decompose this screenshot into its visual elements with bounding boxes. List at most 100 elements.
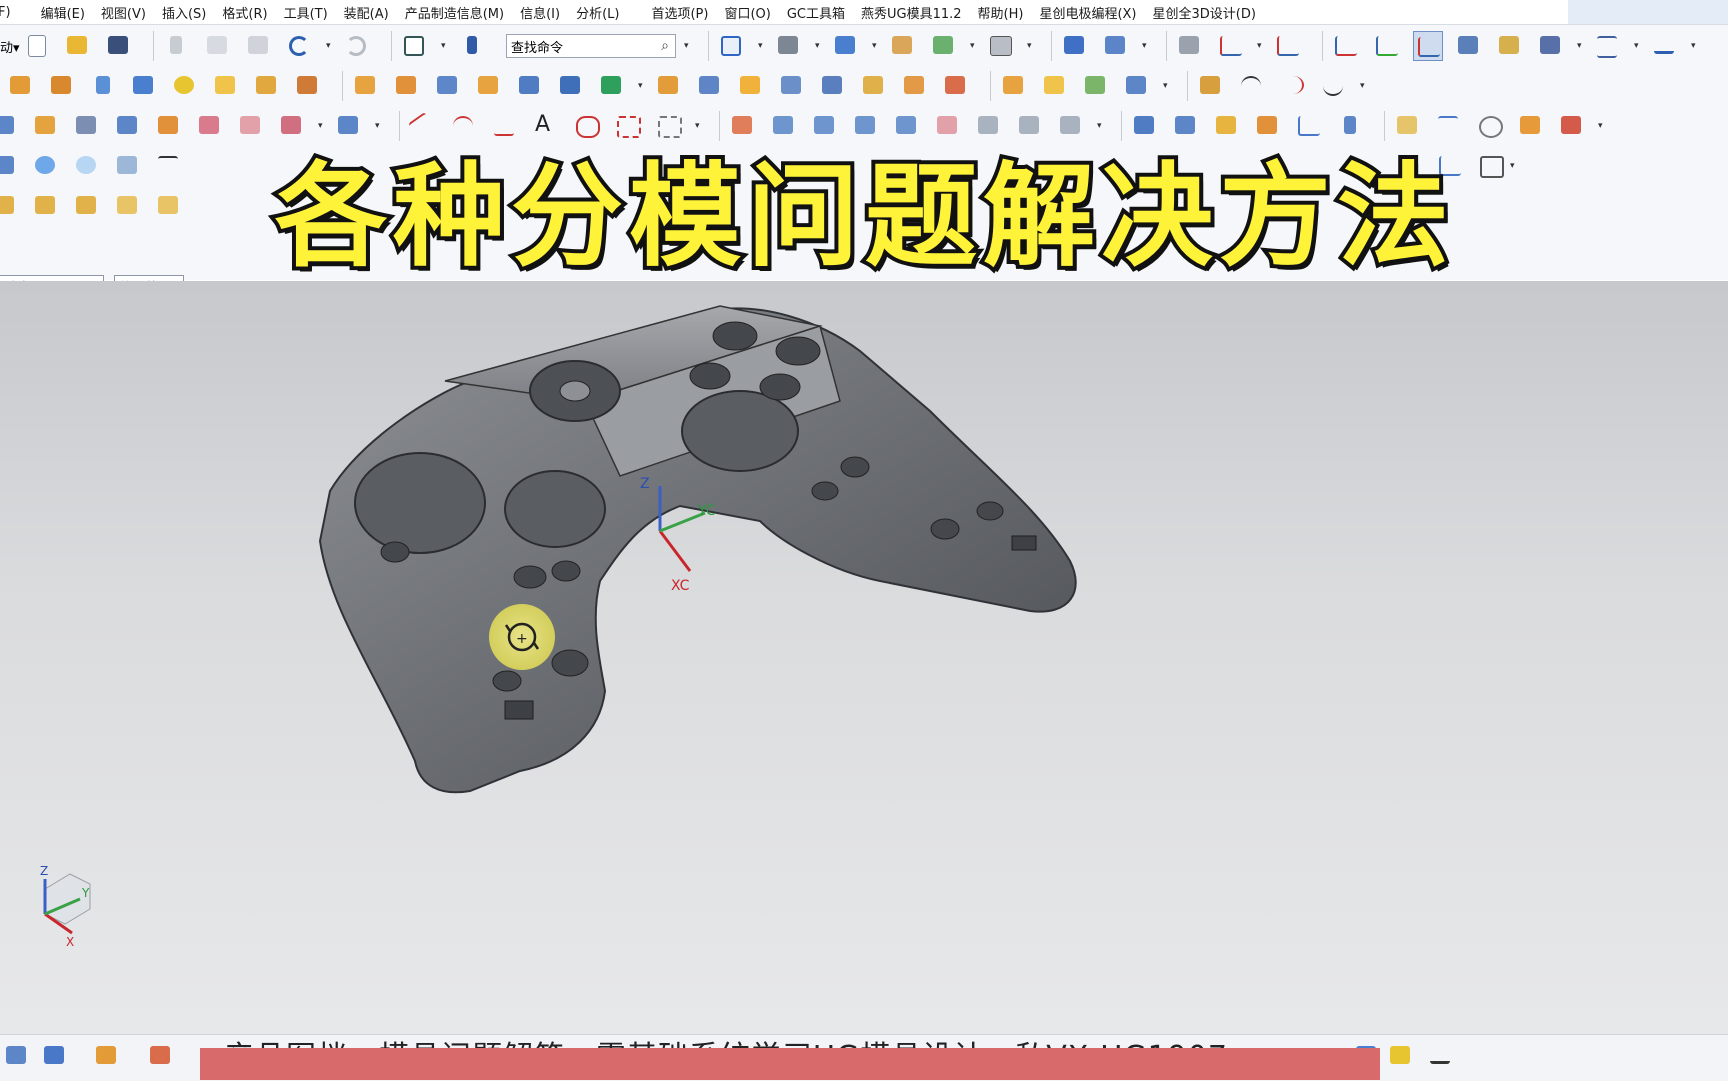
- menu-window[interactable]: 窗口(O): [724, 3, 770, 22]
- fit-view-icon[interactable]: [717, 31, 747, 61]
- layer-dropdown[interactable]: ▾: [970, 42, 978, 51]
- spline-icon[interactable]: [1278, 71, 1308, 101]
- sync-icon[interactable]: [1101, 31, 1131, 61]
- shading-dropdown[interactable]: ▾: [815, 42, 823, 51]
- menu-file[interactable]: F): [0, 5, 11, 20]
- shell-icon[interactable]: [433, 71, 463, 101]
- extra-grid-icon[interactable]: [113, 191, 143, 221]
- grid-snap-icon[interactable]: [1593, 31, 1623, 61]
- taper-icon[interactable]: [351, 71, 381, 101]
- wireframe-box-icon[interactable]: [941, 71, 971, 101]
- command-finder[interactable]: ⌕: [506, 34, 676, 58]
- menu-electrode[interactable]: 星创电极编程(X): [1039, 3, 1136, 22]
- layer-icon[interactable]: [888, 31, 918, 61]
- through-curves-icon[interactable]: [31, 111, 61, 141]
- split-body-icon[interactable]: [777, 71, 807, 101]
- gear-part-icon[interactable]: [72, 111, 102, 141]
- extra-1-icon[interactable]: [0, 191, 20, 221]
- fit-dropdown[interactable]: ▾: [758, 42, 766, 51]
- snap-dropdown[interactable]: ▾: [1634, 42, 1642, 51]
- add-component-icon[interactable]: [597, 71, 627, 101]
- palette-icon[interactable]: [1495, 31, 1525, 61]
- measure-distance-icon[interactable]: [1196, 71, 1226, 101]
- partial-icon[interactable]: [1040, 71, 1070, 101]
- menu-analysis[interactable]: 分析(L): [576, 3, 619, 22]
- measure-dropdown[interactable]: ▾: [1691, 42, 1699, 51]
- pad-icon[interactable]: [211, 71, 241, 101]
- csys-dynamic-icon[interactable]: [1413, 31, 1443, 61]
- menu-view[interactable]: 视图(V): [101, 3, 146, 22]
- bottom-cube-icon[interactable]: [146, 1041, 176, 1071]
- menu-3d-design[interactable]: 星创全3D设计(D): [1153, 3, 1256, 22]
- extra-2-icon[interactable]: [31, 191, 61, 221]
- row3c-dropdown[interactable]: ▾: [1598, 122, 1606, 131]
- bottom-line-icon[interactable]: [1426, 1041, 1456, 1071]
- open-folder-icon[interactable]: [63, 31, 93, 61]
- mode-dropdown[interactable]: 动▾: [0, 37, 22, 56]
- paste-icon[interactable]: [244, 31, 274, 61]
- orient-dropdown[interactable]: ▾: [872, 42, 880, 51]
- gamepad-part[interactable]: [318, 305, 1077, 794]
- menu-pmi[interactable]: 产品制造信息(M): [405, 3, 504, 22]
- layers-stack-icon[interactable]: [1175, 31, 1205, 61]
- background-dropdown[interactable]: ▾: [1027, 42, 1035, 51]
- info-icon[interactable]: [457, 31, 487, 61]
- curve-dropdown[interactable]: ▾: [1360, 82, 1368, 91]
- bottom-snap-icon[interactable]: [40, 1041, 70, 1071]
- view-triad[interactable]: Z Y X: [40, 864, 91, 949]
- menu-preferences[interactable]: 首选项(P): [651, 3, 708, 22]
- bottom-select-icon[interactable]: [2, 1041, 32, 1071]
- emboss-icon[interactable]: [252, 71, 282, 101]
- menu-info[interactable]: 信息(I): [520, 3, 560, 22]
- datum-icon[interactable]: [1273, 31, 1303, 61]
- menu-tools[interactable]: 工具(T): [284, 3, 328, 22]
- surface-icon[interactable]: [900, 71, 930, 101]
- search-icon[interactable]: ⌕: [661, 38, 669, 54]
- menu-gc-toolbox[interactable]: GC工具箱: [787, 3, 845, 22]
- wcs-icon[interactable]: [400, 31, 430, 61]
- cube-solid-icon[interactable]: [999, 71, 1029, 101]
- display-icon[interactable]: [1536, 31, 1566, 61]
- cube-view-icon[interactable]: [831, 31, 861, 61]
- replace-face-icon[interactable]: [695, 71, 725, 101]
- patch-icon[interactable]: [859, 71, 889, 101]
- layer-move-icon[interactable]: [929, 31, 959, 61]
- component-dropdown[interactable]: ▾: [638, 82, 646, 91]
- save-icon[interactable]: [104, 31, 134, 61]
- block-icon[interactable]: [129, 71, 159, 101]
- shaded-view-icon[interactable]: [774, 31, 804, 61]
- cut-icon[interactable]: [162, 31, 192, 61]
- csys-origin-icon[interactable]: [1331, 31, 1361, 61]
- graphics-window[interactable]: Z XC YC + Z Y X: [0, 281, 1728, 1034]
- bulb-outline-icon[interactable]: [72, 151, 102, 181]
- cylinder-icon[interactable]: [88, 71, 118, 101]
- offset-face-icon[interactable]: [293, 71, 323, 101]
- undo-icon[interactable]: [285, 31, 315, 61]
- point-icon[interactable]: [1216, 31, 1246, 61]
- feature-icon[interactable]: [1060, 31, 1090, 61]
- measure-icon[interactable]: [1650, 31, 1680, 61]
- display-dropdown[interactable]: ▾: [1577, 42, 1585, 51]
- search-input[interactable]: [511, 38, 641, 54]
- undo-dropdown[interactable]: ▾: [326, 42, 334, 51]
- revolve-icon[interactable]: [47, 71, 77, 101]
- row2-dropdown[interactable]: ▾: [1163, 82, 1171, 91]
- bend-icon[interactable]: [113, 111, 143, 141]
- sync-dropdown[interactable]: ▾: [1142, 42, 1150, 51]
- pattern-icon[interactable]: [392, 71, 422, 101]
- csys-rotate-icon[interactable]: [1372, 31, 1402, 61]
- point-dropdown[interactable]: ▾: [1257, 42, 1265, 51]
- bulb-icon[interactable]: [31, 151, 61, 181]
- redo-icon[interactable]: [342, 31, 372, 61]
- show-hide-icon[interactable]: [113, 151, 143, 181]
- bridge-curve-icon[interactable]: [1319, 71, 1349, 101]
- diamond-icon[interactable]: [1122, 71, 1152, 101]
- menu-format[interactable]: 格式(R): [222, 3, 267, 22]
- new-file-icon[interactable]: [22, 31, 52, 61]
- copy-icon[interactable]: [203, 31, 233, 61]
- trim-body-icon[interactable]: [736, 71, 766, 101]
- search-dropdown[interactable]: ▾: [684, 42, 692, 51]
- menu-insert[interactable]: 插入(S): [162, 3, 206, 22]
- menu-assembly[interactable]: 装配(A): [344, 3, 389, 22]
- brush-icon[interactable]: [1454, 31, 1484, 61]
